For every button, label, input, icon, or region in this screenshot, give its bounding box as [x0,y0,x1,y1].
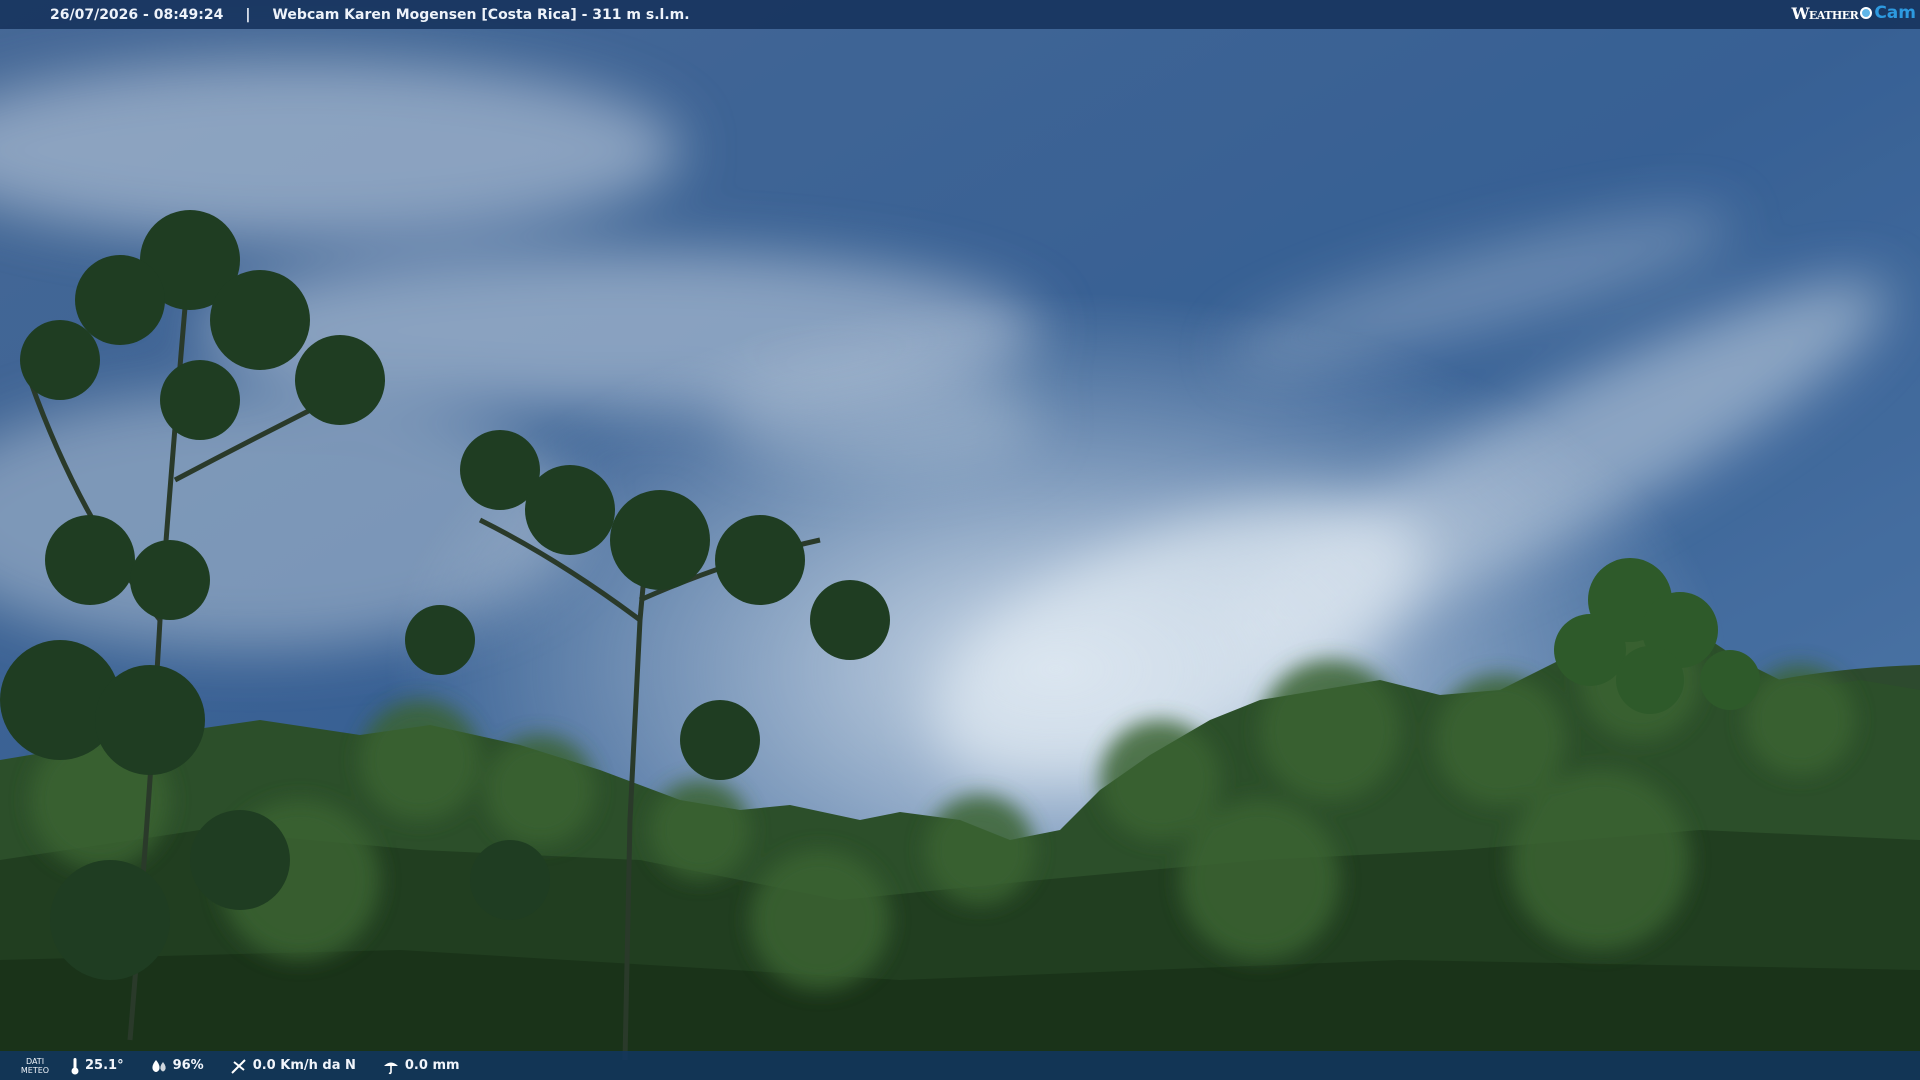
temperature-reading: 25.1° [70,1057,124,1075]
logo-cam-text: Cam [1874,3,1916,23]
humidity-icon [152,1059,166,1072]
logo-dot-icon [1860,7,1873,19]
title-separator: | [245,6,251,23]
wind-icon [230,1058,246,1074]
humidity-reading: 96% [150,1058,204,1074]
logo-weather-text: Weather [1791,3,1859,23]
rain-reading: 0.0 mm [382,1057,460,1075]
webcam-image [0,0,1920,1080]
meteo-label: DATI METEO [20,1056,50,1075]
weathercam-logo: Weather Cam [1791,3,1916,23]
title-bar: 26/07/2026 - 08:49:24 | Webcam Karen Mog… [0,0,1920,29]
timestamp: 26/07/2026 - 08:49:24 [50,6,224,23]
thermometer-icon [71,1057,79,1074]
rain-icon [383,1062,398,1074]
webcam-title: Webcam Karen Mogensen [Costa Rica] - 311… [272,6,690,23]
wind-reading: 0.0 Km/h da N [230,1057,356,1075]
weather-data-bar: DATI METEO 25.1° 96% 0.0 Km/h da N 0.0 m… [0,1051,1920,1080]
